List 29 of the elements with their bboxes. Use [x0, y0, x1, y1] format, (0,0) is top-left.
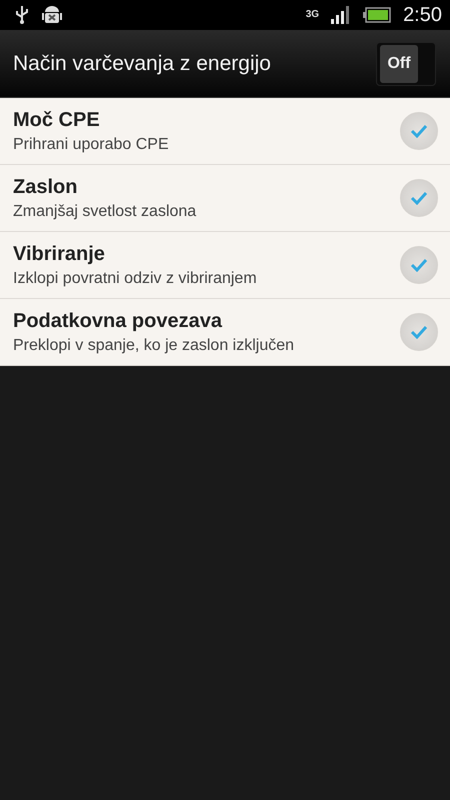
- checkbox[interactable]: [400, 112, 438, 150]
- screen-title: Način varčevanja z energijo: [13, 52, 272, 76]
- android-debug-icon: [42, 4, 62, 26]
- checkmark-icon: [410, 191, 428, 205]
- checkbox[interactable]: [400, 179, 438, 217]
- setting-row[interactable]: Zaslon Zmanjšaj svetlost zaslona: [0, 165, 450, 232]
- setting-subtitle: Zmanjšaj svetlost zaslona: [13, 202, 198, 220]
- battery-icon: [363, 7, 392, 23]
- clock: 2:50: [403, 4, 442, 26]
- setting-title: Vibriranje: [13, 242, 106, 266]
- setting-row[interactable]: Vibriranje Izklopi povratni odziv z vibriranjem: [0, 232, 450, 299]
- toggle-switch[interactable]: Off: [376, 42, 436, 86]
- setting-row[interactable]: Moč CPE Prihrani uporabo CPE: [0, 98, 450, 165]
- setting-subtitle: Preklopi v spanje, ko je zaslon izključen: [13, 336, 296, 354]
- checkbox[interactable]: [400, 313, 438, 351]
- checkmark-icon: [410, 325, 428, 339]
- toggle-knob[interactable]: Off: [380, 44, 418, 82]
- checkmark-icon: [410, 258, 428, 272]
- network-type: 3G: [306, 10, 320, 20]
- checkbox[interactable]: [400, 246, 438, 284]
- setting-subtitle: Prihrani uporabo CPE: [13, 136, 170, 154]
- setting-subtitle: Izklopi povratni odziv z vibriranjem: [13, 270, 258, 288]
- usb-icon: [14, 5, 30, 25]
- setting-title: Moč CPE: [13, 108, 101, 132]
- checkmark-icon: [410, 124, 428, 138]
- setting-title: Zaslon: [13, 176, 78, 198]
- signal-icon: [331, 6, 352, 24]
- setting-title: Podatkovna povezava: [13, 310, 224, 332]
- setting-row[interactable]: Podatkovna povezava Preklopi v spanje, ko je zaslon izključen: [0, 299, 450, 366]
